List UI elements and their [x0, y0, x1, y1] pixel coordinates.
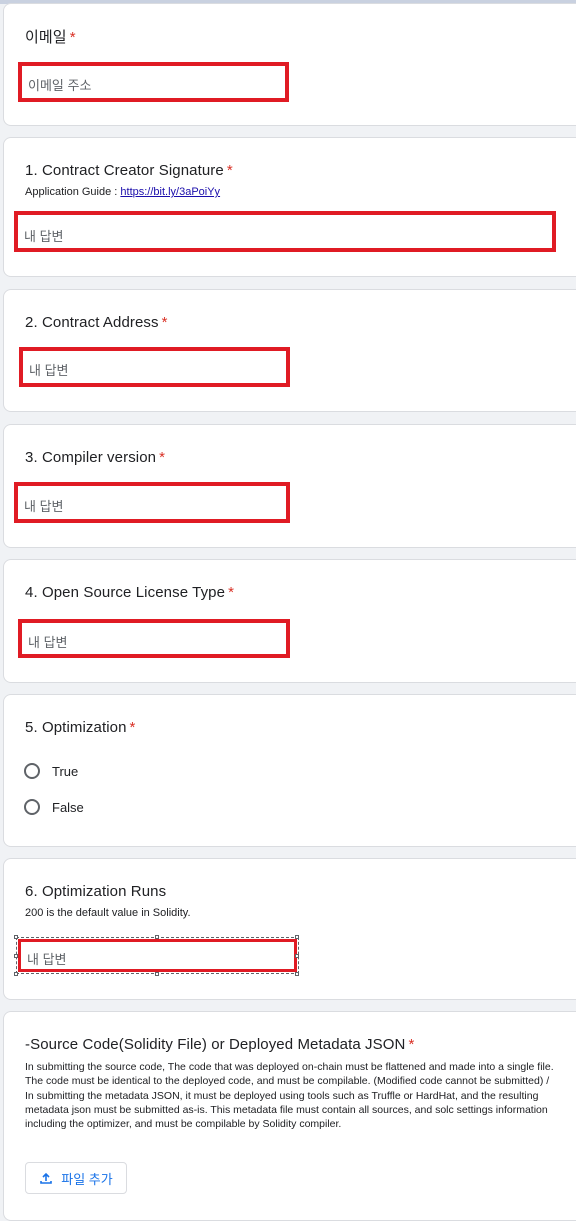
question-title: 4. Open Source License Type * — [25, 584, 234, 601]
required-mark: * — [161, 314, 168, 331]
question-title-text: 3. Compiler version — [25, 449, 157, 466]
question-title: 1. Contract Creator Signature * — [25, 162, 233, 179]
question-title: -Source Code(Solidity File) or Deployed … — [25, 1036, 414, 1053]
answer-input-1[interactable]: 내 답변 — [14, 211, 556, 252]
guide-link[interactable]: https://bit.ly/3aPoiYy — [120, 186, 220, 198]
question-title: 3. Compiler version * — [25, 449, 165, 466]
question-description: 200 is the default value in Solidity. — [25, 907, 191, 919]
question-card-1: 1. Contract Creator Signature * Applicati… — [3, 137, 576, 277]
radio-button[interactable] — [24, 799, 40, 815]
email-card: 이메일 * 이메일 주소 — [3, 3, 576, 126]
question-title-text: 이메일 — [25, 29, 67, 46]
answer-input-3[interactable]: 내 답변 — [14, 482, 290, 523]
question-title-text: 6. Optimization Runs — [25, 883, 167, 900]
answer-input-4[interactable]: 내 답변 — [18, 619, 290, 658]
answer-placeholder: 내 답변 — [27, 952, 67, 967]
answer-placeholder: 내 답변 — [28, 635, 68, 650]
email-field[interactable]: 이메일 주소 — [18, 62, 289, 102]
question-description: In submitting the source code, The code … — [25, 1061, 554, 1131]
question-title-text: 5. Optimization — [25, 719, 127, 736]
answer-placeholder: 내 답변 — [24, 499, 64, 514]
answer-input-6[interactable]: 내 답변 — [18, 939, 297, 972]
required-mark: * — [228, 584, 234, 601]
resize-handle — [295, 935, 299, 939]
question-card-6: 6. Optimization Runs 200 is the default … — [3, 858, 576, 1000]
resize-handle — [14, 935, 18, 939]
required-mark: * — [159, 449, 166, 466]
upload-icon — [39, 1171, 53, 1185]
required-mark: * — [408, 1036, 415, 1053]
answer-input-2[interactable]: 내 답변 — [19, 347, 290, 387]
answer-placeholder: 내 답변 — [24, 229, 64, 244]
resize-handle — [155, 972, 159, 976]
required-mark: * — [226, 162, 233, 179]
radio-option-true[interactable]: True — [24, 761, 78, 781]
question-card-7: -Source Code(Solidity File) or Deployed … — [3, 1011, 576, 1221]
question-title: 이메일 * — [25, 26, 76, 47]
resize-handle — [295, 972, 299, 976]
question-title-text: 2. Contract Address — [25, 314, 159, 331]
question-title: 6. Optimization Runs — [25, 883, 166, 900]
radio-option-false[interactable]: False — [24, 797, 84, 817]
question-title: 2. Contract Address * — [25, 314, 168, 331]
add-file-label: 파일 추가 — [61, 1171, 113, 1187]
resize-handle — [14, 954, 18, 958]
question-title: 5. Optimization * — [25, 719, 135, 736]
question-title-text: 1. Contract Creator Signature — [25, 162, 224, 179]
question-card-5: 5. Optimization * True False — [3, 694, 576, 847]
resize-handle — [14, 972, 18, 976]
question-description: Application Guide : https://bit.ly/3aPoi… — [25, 186, 220, 198]
question-card-2: 2. Contract Address * 내 답변 — [3, 289, 576, 412]
question-card-4: 4. Open Source License Type * 내 답변 — [3, 559, 576, 683]
resize-handle — [155, 935, 159, 939]
email-placeholder: 이메일 주소 — [28, 78, 92, 93]
resize-handle — [295, 954, 299, 958]
radio-button[interactable] — [24, 763, 40, 779]
radio-label: True — [52, 763, 79, 779]
answer-placeholder: 내 답변 — [29, 363, 69, 378]
required-mark: * — [129, 719, 136, 736]
radio-label: False — [52, 799, 84, 815]
required-mark: * — [69, 29, 76, 46]
question-card-3: 3. Compiler version * 내 답변 — [3, 424, 576, 548]
add-file-button[interactable]: 파일 추가 — [25, 1162, 127, 1194]
description-text: Application Guide : — [25, 186, 121, 198]
question-title-text: -Source Code(Solidity File) or Deployed … — [25, 1036, 406, 1053]
question-title-text: 4. Open Source License Type — [25, 584, 226, 601]
